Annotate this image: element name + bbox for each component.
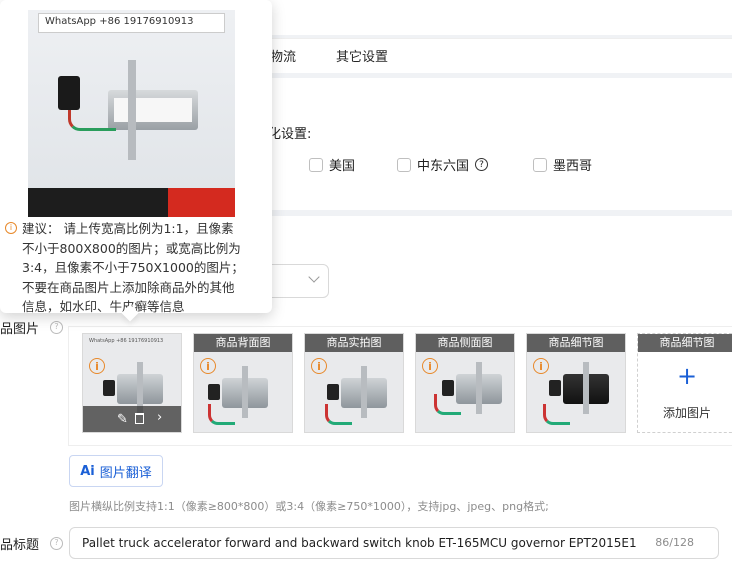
wire-harness bbox=[434, 394, 461, 415]
country-checkbox-middle-east[interactable]: 中东六国 ? bbox=[397, 155, 489, 174]
black-mat bbox=[28, 188, 168, 217]
wire-harness bbox=[325, 404, 352, 425]
info-icon: i bbox=[533, 358, 549, 374]
question-circle-icon[interactable]: ? bbox=[475, 158, 489, 171]
tooltip-example-photo: WhatsApp +86 19176910913 bbox=[28, 10, 235, 217]
info-circle-icon: i bbox=[5, 222, 17, 234]
image-slot-detail[interactable]: 商品细节图 i bbox=[526, 333, 626, 433]
char-counter: 86/128 bbox=[651, 536, 694, 549]
country-label: 中东六国 bbox=[417, 159, 470, 174]
translate-label: 图片翻译 bbox=[99, 465, 152, 481]
info-icon: i bbox=[89, 358, 105, 374]
country-checkbox-mexico[interactable]: 墨西哥 bbox=[533, 155, 592, 174]
wire-harness bbox=[68, 110, 116, 131]
info-icon: i bbox=[200, 358, 216, 374]
add-image-label: 添加图片 bbox=[662, 406, 711, 420]
watermark-banner: WhatsApp +86 19176910913 bbox=[38, 13, 225, 33]
image-translate-button[interactable]: Ai 图片翻译 bbox=[69, 455, 163, 487]
tab-logistics[interactable]: 物流 bbox=[270, 46, 296, 65]
image-slot-back[interactable]: 商品背面图 i bbox=[193, 333, 293, 433]
slot-caption: 商品细节图 bbox=[638, 334, 732, 352]
wire-harness bbox=[208, 404, 235, 425]
shaft bbox=[128, 60, 136, 160]
tooltip-text: 建议： 请上传宽高比例为1:1，且像素 不小于800X800的图片；或宽高比例为… bbox=[22, 219, 267, 317]
slot-caption: 商品背面图 bbox=[194, 334, 292, 352]
watermark-text: WhatsApp +86 19176910913 bbox=[45, 16, 194, 27]
image-guidance-tooltip: WhatsApp +86 19176910913 i 建议： 请上传宽高比例为1… bbox=[0, 0, 272, 314]
slot-caption: 商品实拍图 bbox=[305, 334, 403, 352]
info-icon: i bbox=[311, 358, 327, 374]
localization-label: 化设置: bbox=[268, 127, 312, 142]
image-slot-real-shot[interactable]: 商品实拍图 i bbox=[304, 333, 404, 433]
country-checkbox-us[interactable]: 美国 bbox=[309, 155, 355, 174]
title-input-value: Pallet truck accelerator forward and bac… bbox=[82, 536, 637, 550]
title-label: 品标题 bbox=[0, 538, 40, 553]
connector bbox=[58, 76, 80, 110]
plus-icon: + bbox=[676, 362, 698, 390]
edit-icon[interactable]: ✎ bbox=[117, 412, 128, 427]
chevron-down-icon bbox=[308, 271, 320, 283]
product-photo bbox=[442, 362, 502, 414]
tooltip-line: 建议： 请上传宽高比例为1:1，且像素 bbox=[22, 221, 234, 236]
red-mat bbox=[168, 188, 235, 217]
tooltip-line: 信息，如水印、牛皮癣等信息 bbox=[22, 299, 185, 314]
country-label: 墨西哥 bbox=[553, 159, 593, 174]
country-label: 美国 bbox=[329, 159, 356, 174]
ai-icon: Ai bbox=[80, 463, 95, 479]
tooltip-line: 不小于800X800的图片；或宽高比例为 bbox=[22, 240, 241, 256]
tooltip-line: 3:4，且像素不小于750X1000的图片； bbox=[22, 260, 244, 275]
tab-other-settings[interactable]: 其它设置 bbox=[336, 46, 388, 65]
checkbox-box[interactable] bbox=[533, 157, 547, 172]
image-format-hint: 图片横纵比例支持1:1（像素≥800*800）或3:4（像素≥750*1000）… bbox=[69, 500, 549, 513]
slot-caption: 商品细节图 bbox=[527, 334, 625, 352]
add-image-slot[interactable]: 商品细节图 + 添加图片 bbox=[637, 333, 732, 433]
help-icon[interactable]: ? bbox=[50, 537, 63, 550]
checkbox-box[interactable] bbox=[309, 157, 323, 172]
watermark-text: WhatsApp +86 19176910913 bbox=[89, 338, 164, 344]
title-input[interactable]: Pallet truck accelerator forward and bac… bbox=[69, 527, 719, 559]
product-photo bbox=[549, 362, 609, 414]
help-icon[interactable]: ? bbox=[50, 321, 63, 334]
checkbox-box[interactable] bbox=[397, 157, 411, 172]
tooltip-line: 不要在商品图片上添加除商品外的其他 bbox=[22, 279, 235, 295]
info-icon: i bbox=[422, 358, 438, 374]
wire-harness bbox=[543, 404, 570, 425]
chevron-right-icon[interactable]: › bbox=[157, 410, 162, 425]
product-label-plate bbox=[114, 98, 192, 122]
main-image-thumb[interactable]: WhatsApp +86 19176910913 i ✎ › bbox=[82, 333, 182, 433]
product-photo bbox=[108, 90, 198, 130]
product-photo bbox=[103, 362, 163, 414]
delete-icon[interactable] bbox=[135, 413, 144, 424]
image-slot-side[interactable]: 商品侧面图 i bbox=[415, 333, 515, 433]
slot-caption: 商品侧面图 bbox=[416, 334, 514, 352]
product-images-label: 品图片 bbox=[0, 322, 40, 337]
image-actions-bar: ✎ › bbox=[83, 406, 181, 432]
